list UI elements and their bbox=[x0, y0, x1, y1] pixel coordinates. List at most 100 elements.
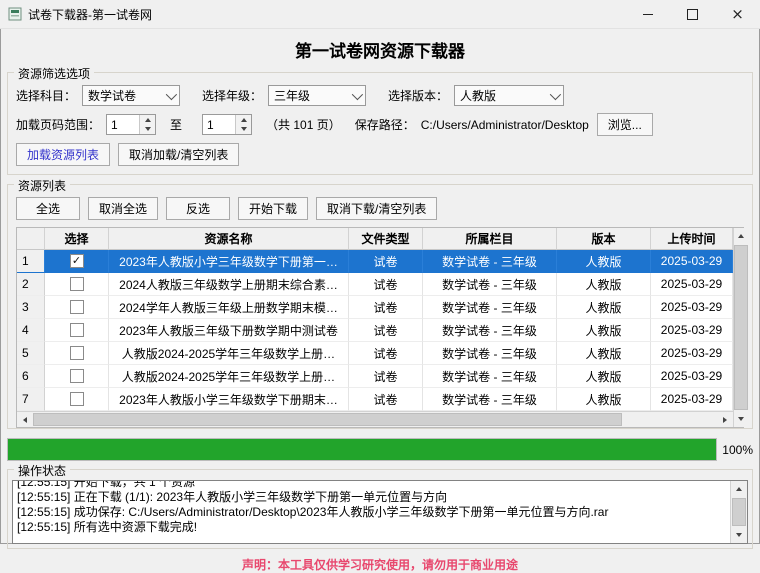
col-header-category[interactable]: 所属栏目 bbox=[423, 228, 557, 250]
version-cell: 人教版 bbox=[557, 342, 651, 365]
table-row[interactable]: 72023年人教版小学三年级数学下册期末…试卷数学试卷 - 三年级人教版2025… bbox=[17, 388, 733, 411]
app-window: { "window": { "title": "试卷下载器-第一试卷网" }, … bbox=[0, 0, 760, 544]
row-select-cell[interactable] bbox=[45, 273, 109, 296]
table-row[interactable]: 6人教版2024-2025学年三年级数学上册…试卷数学试卷 - 三年级人教版20… bbox=[17, 365, 733, 388]
chevron-down-icon bbox=[352, 88, 363, 99]
table-row[interactable]: 32024学年人教版三年级上册数学期末模…试卷数学试卷 - 三年级人教版2025… bbox=[17, 296, 733, 319]
filter-row-1: 选择科目： 数学试卷 选择年级： 三年级 选择版本： 人教版 bbox=[16, 85, 744, 106]
checkbox-unchecked-icon[interactable] bbox=[70, 369, 84, 383]
page-to-stepper[interactable]: 1 bbox=[202, 114, 252, 135]
scroll-left-icon[interactable] bbox=[17, 412, 33, 427]
upload-date-cell: 2025-03-29 bbox=[651, 365, 733, 388]
log-scroll-thumb[interactable] bbox=[732, 498, 746, 526]
total-pages-label: （共 101 页） bbox=[266, 116, 341, 133]
col-header-select[interactable]: 选择 bbox=[45, 228, 109, 250]
scroll-right-icon[interactable] bbox=[717, 412, 733, 427]
horizontal-scrollbar[interactable] bbox=[17, 411, 733, 427]
row-select-cell[interactable] bbox=[45, 342, 109, 365]
log-line: [12:55:15] 开始下载，共 1 个资源 bbox=[17, 481, 726, 490]
chevron-down-icon bbox=[550, 88, 561, 99]
resource-name-cell[interactable]: 人教版2024-2025学年三年级数学上册… bbox=[109, 342, 349, 365]
table-row[interactable]: 1✓2023年人教版小学三年级数学下册第一…试卷数学试卷 - 三年级人教版202… bbox=[17, 250, 733, 273]
file-type-cell: 试卷 bbox=[349, 250, 423, 273]
load-list-button[interactable]: 加载资源列表 bbox=[16, 143, 110, 166]
resource-name-cell[interactable]: 2024人教版三年级数学上册期末综合素… bbox=[109, 273, 349, 296]
resource-name-cell[interactable]: 2024学年人教版三年级上册数学期末模… bbox=[109, 296, 349, 319]
checkbox-unchecked-icon[interactable] bbox=[70, 392, 84, 406]
table-row[interactable]: 42023年人教版三年级下册数学期中测试卷试卷数学试卷 - 三年级人教版2025… bbox=[17, 319, 733, 342]
row-select-cell[interactable]: ✓ bbox=[45, 250, 109, 273]
horizontal-scroll-thumb[interactable] bbox=[33, 413, 622, 426]
cancel-load-button[interactable]: 取消加载/清空列表 bbox=[118, 143, 239, 166]
grade-select[interactable]: 三年级 bbox=[268, 85, 366, 106]
titlebar: 试卷下载器-第一试卷网 × bbox=[0, 0, 760, 29]
to-label: 至 bbox=[170, 116, 182, 133]
vertical-scroll-thumb[interactable] bbox=[734, 245, 748, 410]
subject-select-value: 数学试卷 bbox=[88, 87, 136, 104]
scroll-down-icon[interactable] bbox=[734, 411, 748, 427]
status-group-label: 操作状态 bbox=[14, 462, 70, 479]
row-select-cell[interactable] bbox=[45, 365, 109, 388]
invert-selection-button[interactable]: 反选 bbox=[166, 197, 230, 220]
table-row[interactable]: 5人教版2024-2025学年三年级数学上册…试卷数学试卷 - 三年级人教版20… bbox=[17, 342, 733, 365]
row-number-cell: 5 bbox=[17, 342, 45, 365]
page-from-stepper[interactable]: 1 bbox=[106, 114, 156, 135]
spinner-buttons[interactable] bbox=[235, 115, 251, 134]
resource-name-cell[interactable]: 2023年人教版小学三年级数学下册第一… bbox=[109, 250, 349, 273]
spin-up-icon[interactable] bbox=[140, 115, 155, 125]
deselect-all-button[interactable]: 取消全选 bbox=[88, 197, 158, 220]
status-log[interactable]: [12:55:15] 开始下载，共 1 个资源[12:55:15] 正在下载 (… bbox=[12, 480, 748, 544]
col-header-version[interactable]: 版本 bbox=[557, 228, 651, 250]
save-path-value: C:/Users/Administrator/Desktop bbox=[421, 118, 589, 132]
row-select-cell[interactable] bbox=[45, 319, 109, 342]
table-header-row: 选择 资源名称 文件类型 所属栏目 版本 上传时间 bbox=[17, 228, 733, 250]
spin-down-icon[interactable] bbox=[236, 125, 251, 135]
spin-up-icon[interactable] bbox=[236, 115, 251, 125]
maximize-button[interactable] bbox=[670, 1, 715, 28]
table-row[interactable]: 22024人教版三年级数学上册期末综合素…试卷数学试卷 - 三年级人教版2025… bbox=[17, 273, 733, 296]
checkbox-checked-icon[interactable]: ✓ bbox=[70, 254, 84, 268]
checkbox-unchecked-icon[interactable] bbox=[70, 277, 84, 291]
scroll-down-icon[interactable] bbox=[731, 527, 747, 543]
disclaimer-text: 声明：本工具仅供学习研究使用，请勿用于商业用途 bbox=[7, 556, 753, 573]
close-button[interactable]: × bbox=[715, 1, 760, 28]
file-type-cell: 试卷 bbox=[349, 273, 423, 296]
resource-name-cell[interactable]: 2023年人教版小学三年级数学下册期末… bbox=[109, 388, 349, 411]
file-type-cell: 试卷 bbox=[349, 365, 423, 388]
category-cell: 数学试卷 - 三年级 bbox=[423, 365, 557, 388]
row-select-cell[interactable] bbox=[45, 388, 109, 411]
select-all-button[interactable]: 全选 bbox=[16, 197, 80, 220]
minimize-button[interactable] bbox=[625, 1, 670, 28]
version-select-value: 人教版 bbox=[460, 87, 496, 104]
progress-fill bbox=[8, 439, 716, 460]
checkbox-unchecked-icon[interactable] bbox=[70, 346, 84, 360]
chevron-down-icon bbox=[166, 88, 177, 99]
resource-list-group: 资源列表 全选 取消全选 反选 开始下载 取消下载/清空列表 选择 资源名称 文… bbox=[7, 184, 753, 429]
log-vertical-scrollbar[interactable] bbox=[730, 481, 747, 543]
browse-button[interactable]: 浏览... bbox=[597, 113, 653, 136]
col-header-date[interactable]: 上传时间 bbox=[651, 228, 733, 250]
vertical-scrollbar[interactable] bbox=[733, 228, 748, 427]
col-header-name[interactable]: 资源名称 bbox=[109, 228, 349, 250]
scroll-up-icon[interactable] bbox=[731, 481, 747, 497]
scroll-up-icon[interactable] bbox=[734, 228, 748, 244]
spinner-buttons[interactable] bbox=[139, 115, 155, 134]
upload-date-cell: 2025-03-29 bbox=[651, 273, 733, 296]
spin-down-icon[interactable] bbox=[140, 125, 155, 135]
row-number-header bbox=[17, 228, 45, 250]
resource-list-label: 资源列表 bbox=[14, 177, 70, 194]
resource-name-cell[interactable]: 人教版2024-2025学年三年级数学上册… bbox=[109, 365, 349, 388]
filter-group-label: 资源筛选选项 bbox=[14, 65, 94, 82]
version-label: 选择版本： bbox=[388, 87, 448, 104]
col-header-type[interactable]: 文件类型 bbox=[349, 228, 423, 250]
resource-name-cell[interactable]: 2023年人教版三年级下册数学期中测试卷 bbox=[109, 319, 349, 342]
row-select-cell[interactable] bbox=[45, 296, 109, 319]
cancel-download-button[interactable]: 取消下载/清空列表 bbox=[316, 197, 437, 220]
checkbox-unchecked-icon[interactable] bbox=[70, 323, 84, 337]
checkbox-unchecked-icon[interactable] bbox=[70, 300, 84, 314]
subject-select[interactable]: 数学试卷 bbox=[82, 85, 180, 106]
log-line: [12:55:15] 所有选中资源下载完成! bbox=[17, 520, 726, 535]
log-line: [12:55:15] 正在下载 (1/1): 2023年人教版小学三年级数学下册… bbox=[17, 490, 726, 505]
start-download-button[interactable]: 开始下载 bbox=[238, 197, 308, 220]
version-select[interactable]: 人教版 bbox=[454, 85, 564, 106]
